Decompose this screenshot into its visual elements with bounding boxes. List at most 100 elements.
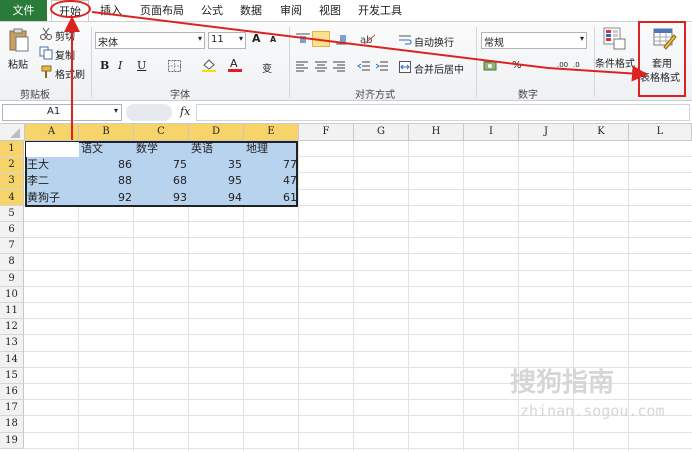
table-format-label-1[interactable]: 套用 — [652, 55, 672, 70]
cell-b1[interactable]: 语文 — [79, 141, 134, 157]
cell-a4[interactable]: 黄狗子 — [25, 190, 79, 206]
accounting-icon[interactable] — [483, 60, 498, 75]
italic-button[interactable]: I — [118, 59, 122, 72]
cell-c2[interactable]: 75 — [134, 157, 189, 173]
cut-button[interactable]: 剪切 — [55, 28, 75, 43]
column-header-h[interactable]: H — [409, 124, 464, 141]
row-header-13[interactable]: 13 — [0, 335, 24, 352]
tab-page-layout[interactable]: 页面布局 — [140, 0, 184, 21]
align-right-icon[interactable] — [333, 61, 345, 74]
cell-d2[interactable]: 35 — [189, 157, 244, 173]
row-header-7[interactable]: 7 — [0, 238, 24, 255]
grid-line — [24, 285, 692, 287]
column-header-l[interactable]: L — [629, 124, 692, 141]
font-size-select[interactable]: 11 ▾ — [208, 32, 246, 49]
row-header-9[interactable]: 9 — [0, 270, 24, 287]
merge-center-button[interactable]: 合并后居中 — [414, 61, 464, 76]
row-header-2[interactable]: 2 — [0, 157, 24, 174]
tab-developer[interactable]: 开发工具 — [358, 0, 402, 21]
align-left-icon[interactable] — [296, 61, 308, 74]
column-header-g[interactable]: G — [354, 124, 409, 141]
copy-button[interactable]: 复制 — [55, 47, 75, 62]
cell-b4[interactable]: 92 — [79, 190, 134, 206]
row-header-10[interactable]: 10 — [0, 286, 24, 303]
row-header-4[interactable]: 4 — [0, 189, 24, 206]
wrap-text-button[interactable]: 自动换行 — [414, 34, 454, 49]
insert-function-button[interactable]: fx — [180, 105, 190, 118]
fill-color-icon[interactable] — [202, 58, 216, 75]
row-header-14[interactable]: 14 — [0, 351, 24, 368]
column-header-b[interactable]: B — [79, 124, 134, 141]
active-cell[interactable] — [26, 142, 79, 157]
column-header-k[interactable]: K — [574, 124, 629, 141]
cell-b3[interactable]: 88 — [79, 173, 134, 189]
column-header-e[interactable]: E — [244, 124, 299, 141]
cell-e3[interactable]: 47 — [244, 173, 299, 189]
row-header-15[interactable]: 15 — [0, 367, 24, 384]
conditional-format-button[interactable]: 条件格式 — [595, 55, 635, 70]
row-header-8[interactable]: 8 — [0, 254, 24, 271]
cell-e1[interactable]: 地理 — [244, 141, 299, 157]
align-top-icon[interactable] — [296, 33, 310, 48]
align-middle-icon[interactable] — [312, 31, 330, 47]
cell-a2[interactable]: 王大 — [25, 157, 79, 173]
align-center-icon[interactable] — [315, 61, 327, 74]
cell-c4[interactable]: 93 — [134, 190, 189, 206]
cell-b2[interactable]: 86 — [79, 157, 134, 173]
row-header-1[interactable]: 1 — [0, 141, 24, 158]
row-header-5[interactable]: 5 — [0, 205, 24, 222]
row-header-17[interactable]: 17 — [0, 400, 24, 417]
decrease-decimal-icon[interactable]: .0 — [573, 61, 580, 69]
decrease-indent-icon[interactable] — [357, 61, 370, 74]
row-header-6[interactable]: 6 — [0, 222, 24, 239]
row-header-19[interactable]: 19 — [0, 432, 24, 449]
column-header-f[interactable]: F — [299, 124, 354, 141]
border-icon[interactable] — [168, 60, 181, 75]
row-header-18[interactable]: 18 — [0, 416, 24, 433]
tab-insert[interactable]: 插入 — [100, 0, 122, 21]
increase-decimal-icon[interactable]: .00 — [557, 61, 568, 69]
font-color-icon[interactable]: A — [228, 57, 242, 75]
shrink-font-button[interactable]: A — [270, 35, 276, 44]
number-format-select[interactable]: 常规 ▾ — [481, 32, 587, 49]
cell-d4[interactable]: 94 — [189, 190, 244, 206]
column-header-c[interactable]: C — [134, 124, 189, 141]
grid-line — [24, 350, 692, 352]
cell-c1[interactable]: 数学 — [134, 141, 189, 157]
grow-font-button[interactable]: A — [252, 32, 261, 45]
formula-input[interactable] — [196, 104, 690, 121]
cell-e2[interactable]: 77 — [244, 157, 299, 173]
increase-indent-icon[interactable] — [375, 61, 388, 74]
paste-button[interactable]: 粘贴 — [8, 56, 28, 71]
tab-formulas[interactable]: 公式 — [201, 0, 223, 21]
cut-icon — [40, 27, 52, 43]
underline-button[interactable]: U — [137, 59, 146, 72]
format-painter-button[interactable]: 格式刷 — [55, 66, 85, 81]
percent-button[interactable]: % — [512, 60, 522, 71]
name-box[interactable]: A1 ▾ — [2, 104, 122, 121]
column-header-d[interactable]: D — [189, 124, 244, 141]
cell-a3[interactable]: 李二 — [25, 173, 79, 189]
align-bottom-icon[interactable] — [336, 33, 350, 48]
bold-button[interactable]: B — [100, 59, 109, 72]
orientation-icon[interactable]: ab — [360, 32, 376, 49]
select-all-corner[interactable] — [0, 124, 25, 141]
cell-d3[interactable]: 95 — [189, 173, 244, 189]
table-format-label-2[interactable]: 表格格式 — [640, 69, 680, 84]
cell-d1[interactable]: 英语 — [189, 141, 244, 157]
row-header-16[interactable]: 16 — [0, 384, 24, 401]
cell-c3[interactable]: 68 — [134, 173, 189, 189]
row-header-12[interactable]: 12 — [0, 319, 24, 336]
row-header-11[interactable]: 11 — [0, 303, 24, 320]
tab-view[interactable]: 视图 — [319, 0, 341, 21]
tab-review[interactable]: 审阅 — [280, 0, 302, 21]
column-header-i[interactable]: I — [464, 124, 519, 141]
cell-e4[interactable]: 61 — [244, 190, 299, 206]
file-menu-tab[interactable]: 文件 — [0, 0, 47, 21]
column-header-a[interactable]: A — [25, 124, 79, 141]
row-header-3[interactable]: 3 — [0, 173, 24, 190]
font-name-select[interactable]: 宋体 ▾ — [95, 32, 205, 49]
tab-data[interactable]: 数据 — [240, 0, 262, 21]
column-header-j[interactable]: J — [519, 124, 574, 141]
phonetic-button[interactable]: 变 — [262, 60, 272, 75]
